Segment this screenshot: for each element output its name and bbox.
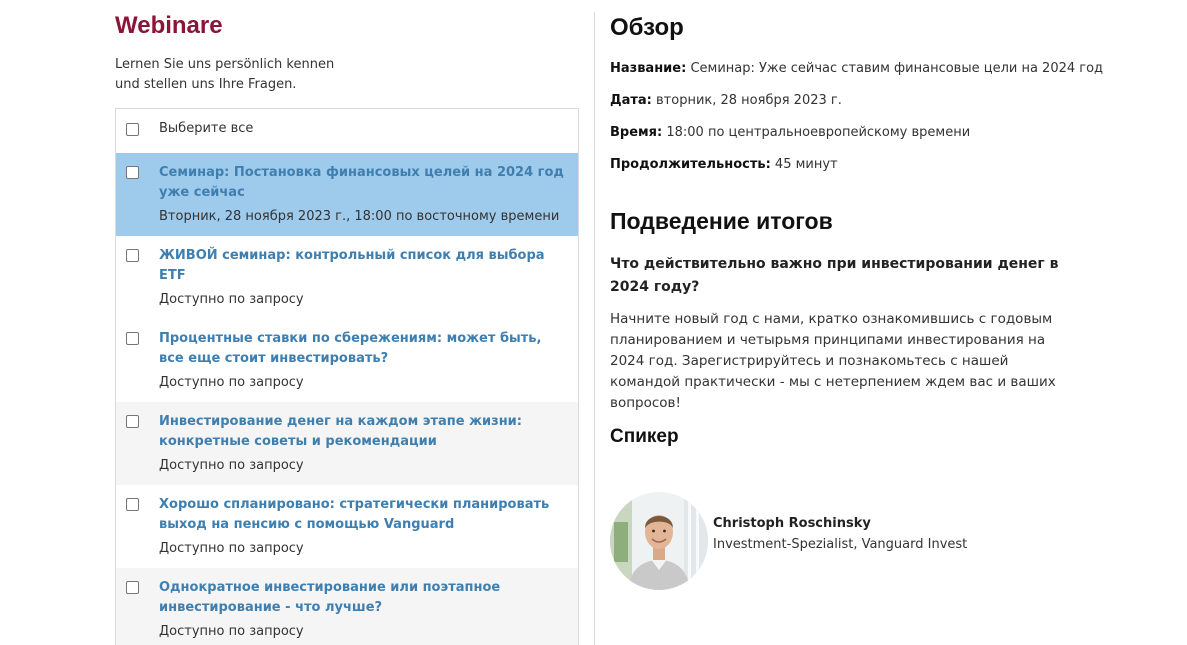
webinar-title[interactable]: Семинар: Постановка финансовых целей на … [159,163,566,203]
meta-date: Дата: вторник, 28 ноября 2023 г. [610,93,842,108]
webinar-item[interactable]: Хорошо спланировано: стратегически плани… [116,485,578,568]
summary-heading: Подведение итогов [610,208,833,234]
webinar-item[interactable]: Инвестирование денег на каждом этапе жиз… [116,402,578,485]
webinar-checkbox[interactable] [126,498,139,511]
webinar-checkbox[interactable] [126,581,139,594]
webinar-item-active[interactable]: Семинар: Постановка финансовых целей на … [116,153,578,236]
meta-time-label: Время: [610,125,663,140]
webinar-date: Вторник, 28 ноября 2023 г., 18:00 по вос… [159,209,560,224]
meta-duration: Продолжительность: 45 минут [610,157,838,172]
meta-name: Название: Семинар: Уже сейчас ставим фин… [610,61,1103,76]
intro-line-2: und stellen uns Ihre Fragen. [115,77,297,92]
select-all-label[interactable]: Выберите все [159,121,253,136]
meta-duration-label: Продолжительность: [610,157,771,172]
speaker-heading: Спикер [610,426,679,447]
webinar-item[interactable]: Процентные ставки по сбережениям: может … [116,319,578,402]
webinar-date: Доступно по запросу [159,375,304,390]
speaker-avatar [610,492,708,590]
page-title: Webinare [115,12,223,39]
webinar-title[interactable]: Однократное инвестирование или поэтапное… [159,578,566,618]
speaker-name: Christoph Roschinsky [713,516,871,531]
webinar-title[interactable]: Процентные ставки по сбережениям: может … [159,329,566,369]
summary-description: Начните новый год с нами, кратко ознаком… [610,311,1056,411]
webinar-date: Доступно по запросу [159,292,304,307]
webinar-title[interactable]: ЖИВОЙ семинар: контрольный список для вы… [159,246,566,286]
column-divider [594,12,595,645]
select-all-checkbox[interactable] [126,123,139,136]
meta-date-label: Дата: [610,93,652,108]
webinar-item[interactable]: ЖИВОЙ семинар: контрольный список для вы… [116,236,578,319]
select-all-row[interactable]: Выберите все [116,109,578,153]
meta-name-label: Название: [610,61,687,76]
webinar-checkbox[interactable] [126,249,139,262]
summary-question: Что действительно важно при инвестирован… [610,256,1059,295]
meta-time-value: 18:00 по центральноевропейскому времени [666,125,971,140]
intro-line-1: Lernen Sie uns persönlich kennen [115,57,335,72]
webinar-title[interactable]: Хорошо спланировано: стратегически плани… [159,495,566,535]
webinar-title[interactable]: Инвестирование денег на каждом этапе жиз… [159,412,566,452]
webinar-checkbox[interactable] [126,415,139,428]
meta-name-value: Семинар: Уже сейчас ставим финансовые це… [690,61,1104,76]
webinar-list-panel: Webinare Lernen Sie uns persönlich kenne… [115,0,579,645]
webinar-date: Доступно по запросу [159,458,304,473]
meta-duration-value: 45 минут [774,157,838,172]
meta-date-value: вторник, 28 ноября 2023 г. [656,93,842,108]
meta-time: Время: 18:00 по центральноевропейскому в… [610,125,970,140]
webinar-item[interactable]: Однократное инвестирование или поэтапное… [116,568,578,645]
webinar-checkbox[interactable] [126,332,139,345]
webinar-date: Доступно по запросу [159,624,304,639]
intro-text: Lernen Sie uns persönlich kennen und ste… [115,55,415,95]
webinar-date: Доступно по запросу [159,541,304,556]
webinar-checkbox[interactable] [126,166,139,179]
speaker-role: Investment-Spezialist, Vanguard Invest [713,537,968,552]
overview-heading: Обзор [610,14,684,41]
webinar-list: Выберите все Семинар: Постановка финансо… [115,108,579,645]
speaker-photo [610,492,708,590]
